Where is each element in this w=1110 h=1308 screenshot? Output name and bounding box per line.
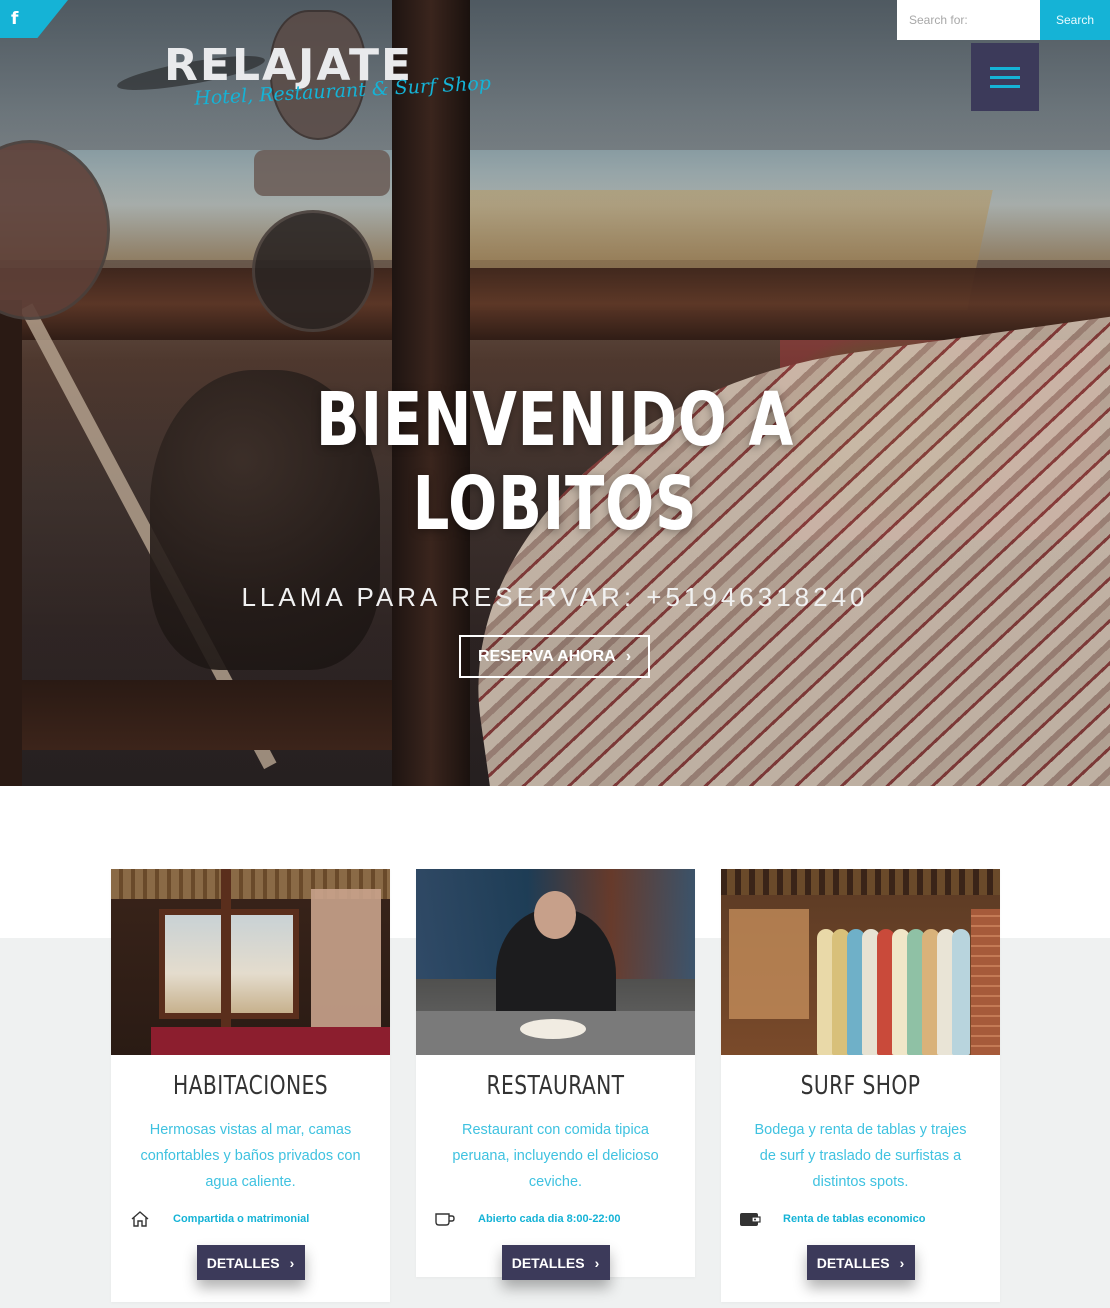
room-photo xyxy=(111,869,390,1055)
card-feature-text: Abierto cada dia 8:00-22:00 xyxy=(478,1213,621,1225)
hamburger-menu-icon-bar xyxy=(990,84,1020,88)
cup-icon xyxy=(434,1209,456,1229)
card-feature-text: Compartida o matrimonial xyxy=(173,1213,310,1225)
restaurant-photo xyxy=(416,869,695,1055)
details-label: DETALLES xyxy=(206,1254,280,1271)
photo-detail xyxy=(729,909,809,1019)
card-description: Bodega y renta de tablas y trajes de sur… xyxy=(754,1122,967,1190)
search-button[interactable]: Search xyxy=(1040,0,1110,40)
photo-detail xyxy=(721,869,1000,895)
hero-phone-text: LLAMA PARA RESERVAR: +51946318240 xyxy=(241,582,869,612)
chevron-right-icon: › xyxy=(899,1254,905,1271)
hero-title-line2: LOBITOS xyxy=(412,461,698,547)
details-label: DETALLES xyxy=(816,1254,890,1271)
card-title: SURF SHOP xyxy=(800,1071,921,1101)
hero-title: BIENVENIDO A LOBITOS xyxy=(122,378,988,546)
details-button[interactable]: DETALLES › xyxy=(196,1245,305,1280)
facebook-icon: f xyxy=(11,9,19,29)
hamburger-menu-button[interactable] xyxy=(971,43,1039,111)
hero-title-line1: BIENVENIDO A xyxy=(315,377,795,463)
card-description: Restaurant con comida tipica peruana, in… xyxy=(452,1122,659,1190)
hero-bg-window-post xyxy=(0,300,22,786)
photo-detail xyxy=(151,1027,390,1055)
hero-bg-round-sticker xyxy=(252,210,374,332)
service-card-restaurant: RESTAURANT Restaurant con comida tipica … xyxy=(416,869,695,1280)
search-form: Search xyxy=(897,0,1110,40)
home-icon xyxy=(129,1209,151,1229)
card-title: HABITACIONES xyxy=(172,1071,328,1101)
chevron-right-icon: › xyxy=(289,1254,295,1271)
details-button[interactable]: DETALLES › xyxy=(806,1245,915,1280)
service-card-habitaciones: HABITACIONES Hermosas vistas al mar, cam… xyxy=(111,869,390,1302)
card-feature: Compartida o matrimonial xyxy=(129,1209,390,1229)
hero-section: f RELAJATE Hotel, Restaurant & Surf Shop… xyxy=(0,0,1110,786)
card-feature-text: Renta de tablas economico xyxy=(783,1213,926,1225)
card-feature: Abierto cada dia 8:00-22:00 xyxy=(434,1209,695,1229)
hero-bg-tag-sticker xyxy=(254,150,390,196)
service-card-surf-shop: SURF SHOP Bodega y renta de tablas y tra… xyxy=(721,869,1000,1302)
chevron-right-icon: › xyxy=(594,1254,600,1271)
photo-detail xyxy=(311,889,381,1029)
details-button[interactable]: DETALLES › xyxy=(501,1245,610,1280)
photo-detail xyxy=(534,891,576,939)
reserve-now-button[interactable]: RESERVA AHORA › xyxy=(459,635,650,678)
card-description: Hermosas vistas al mar, camas confortabl… xyxy=(140,1122,361,1190)
hero-bg-window-rail xyxy=(0,268,1110,340)
search-input[interactable] xyxy=(897,0,1040,40)
photo-detail xyxy=(971,909,1000,1055)
wallet-icon xyxy=(739,1209,761,1229)
facebook-link[interactable]: f xyxy=(0,0,68,38)
reserve-now-label: RESERVA AHORA xyxy=(477,647,616,665)
card-feature: Renta de tablas economico xyxy=(739,1209,1000,1229)
hero-bg-window-sill xyxy=(0,680,440,750)
hamburger-menu-icon xyxy=(990,66,1020,70)
chevron-right-icon: › xyxy=(625,647,632,665)
hamburger-menu-icon-bar xyxy=(990,75,1020,79)
photo-detail xyxy=(520,1019,586,1039)
surf-shop-photo xyxy=(721,869,1000,1055)
details-label: DETALLES xyxy=(511,1254,585,1271)
surfboard-decoration xyxy=(952,929,970,1055)
card-title: RESTAURANT xyxy=(486,1071,625,1101)
site-logo[interactable]: RELAJATE Hotel, Restaurant & Surf Shop xyxy=(110,40,491,120)
